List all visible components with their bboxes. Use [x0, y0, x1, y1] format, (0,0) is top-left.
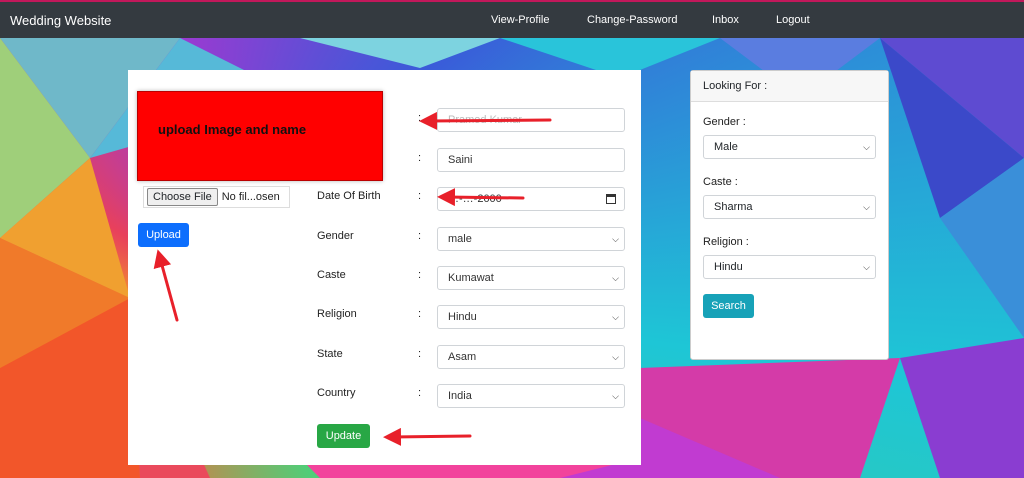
chevron-down-icon: ⌵	[612, 312, 619, 322]
calendar-icon[interactable]	[606, 194, 616, 204]
annotation-box: upload Image and name	[137, 91, 383, 181]
colon: :	[418, 112, 422, 124]
religion-value: Hindu	[448, 311, 477, 323]
search-caste-label: Caste :	[703, 176, 738, 188]
search-caste-select[interactable]: Sharma ⌵	[703, 195, 876, 219]
country-select[interactable]: India ⌵	[437, 384, 625, 408]
last-name-field[interactable]: Saini	[437, 148, 625, 172]
search-panel-title: Looking For :	[691, 71, 888, 102]
dob-value: …-…-2000	[448, 193, 502, 205]
nav-logout[interactable]: Logout	[776, 14, 810, 26]
search-gender-value: Male	[714, 141, 738, 153]
search-gender-label: Gender :	[703, 116, 746, 128]
chevron-down-icon: ⌵	[863, 142, 870, 152]
colon: :	[418, 348, 422, 360]
first-name-field[interactable]: Pramod Kumar	[437, 108, 625, 132]
search-gender-select[interactable]: Male ⌵	[703, 135, 876, 159]
colon: :	[418, 269, 422, 281]
choose-file-button[interactable]: Choose File	[147, 188, 218, 206]
colon: :	[418, 230, 422, 242]
chevron-down-icon: ⌵	[863, 202, 870, 212]
upload-button[interactable]: Upload	[138, 223, 189, 247]
state-value: Asam	[448, 351, 477, 363]
chevron-down-icon: ⌵	[612, 391, 619, 401]
chevron-down-icon: ⌵	[612, 234, 619, 244]
update-button[interactable]: Update	[317, 424, 370, 448]
chevron-down-icon: ⌵	[863, 262, 870, 272]
religion-select[interactable]: Hindu ⌵	[437, 305, 625, 329]
search-button[interactable]: Search	[703, 294, 754, 318]
brand-title[interactable]: Wedding Website	[10, 13, 111, 28]
caste-label: Caste	[317, 269, 346, 281]
top-navbar: Wedding Website View-Profile Change-Pass…	[0, 0, 1024, 38]
dob-label: Date Of Birth	[317, 190, 381, 202]
nav-inbox[interactable]: Inbox	[712, 14, 739, 26]
gender-label: Gender	[317, 230, 354, 242]
country-value: India	[448, 390, 472, 402]
search-religion-select[interactable]: Hindu ⌵	[703, 255, 876, 279]
religion-label: Religion	[317, 308, 357, 320]
search-caste-value: Sharma	[714, 201, 753, 213]
chevron-down-icon: ⌵	[612, 352, 619, 362]
colon: :	[418, 190, 422, 202]
first-name-value: Pramod Kumar	[448, 114, 522, 126]
caste-select[interactable]: Kumawat ⌵	[437, 266, 625, 290]
colon: :	[418, 387, 422, 399]
nav-view-profile[interactable]: View-Profile	[491, 14, 550, 26]
nav-change-password[interactable]: Change-Password	[587, 14, 678, 26]
file-input[interactable]: Choose File No fil...osen	[143, 186, 290, 208]
last-name-value: Saini	[448, 154, 473, 166]
state-select[interactable]: Asam ⌵	[437, 345, 625, 369]
colon: :	[418, 152, 422, 164]
search-religion-value: Hindu	[714, 261, 743, 273]
caste-value: Kumawat	[448, 272, 494, 284]
search-religion-label: Religion :	[703, 236, 749, 248]
country-label: Country	[317, 387, 356, 399]
chevron-down-icon: ⌵	[612, 273, 619, 283]
state-label: State	[317, 348, 343, 360]
annotation-text: upload Image and name	[158, 122, 307, 137]
gender-select[interactable]: male ⌵	[437, 227, 625, 251]
gender-value: male	[448, 233, 472, 245]
dob-field[interactable]: …-…-2000	[437, 187, 625, 211]
colon: :	[418, 308, 422, 320]
file-status: No fil...osen	[221, 191, 280, 203]
